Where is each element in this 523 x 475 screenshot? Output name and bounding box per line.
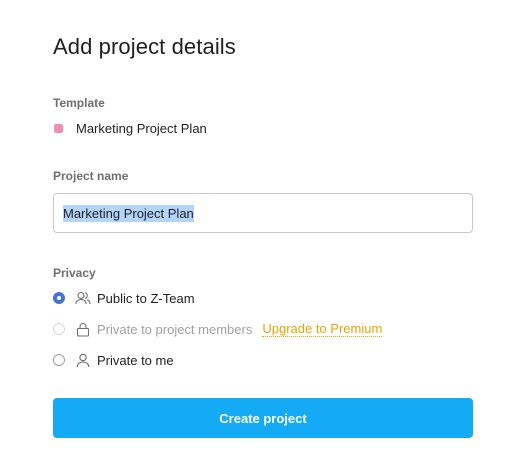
privacy-option-private[interactable]: Private to me [53,350,174,370]
project-name-value: Marketing Project Plan [63,204,194,222]
template-name: Marketing Project Plan [76,120,207,136]
lock-icon [75,321,91,337]
dialog-title: Add project details [53,34,236,59]
upgrade-to-premium-link[interactable]: Upgrade to Premium [262,321,383,337]
project-name-input[interactable]: Marketing Project Plan [53,193,473,233]
project-name-label: Project name [53,169,129,183]
privacy-radio-private[interactable] [53,354,65,366]
template-label: Template [53,96,105,110]
privacy-radio-project-members [53,323,65,335]
person-icon [75,352,91,368]
template-color-swatch [54,123,63,133]
privacy-option-public[interactable]: Public to Z-Team [53,288,195,308]
privacy-radio-public[interactable] [53,292,65,304]
template-value: Marketing Project Plan [53,119,207,137]
privacy-option-label: Private to me [97,352,174,368]
team-icon [75,290,91,306]
privacy-option-label: Private to project members [97,321,253,337]
privacy-label: Privacy [53,266,96,280]
privacy-option-label: Public to Z-Team [97,290,195,306]
privacy-option-project-members: Private to project members Upgrade to Pr… [53,319,383,339]
create-project-button[interactable]: Create project [53,398,473,438]
